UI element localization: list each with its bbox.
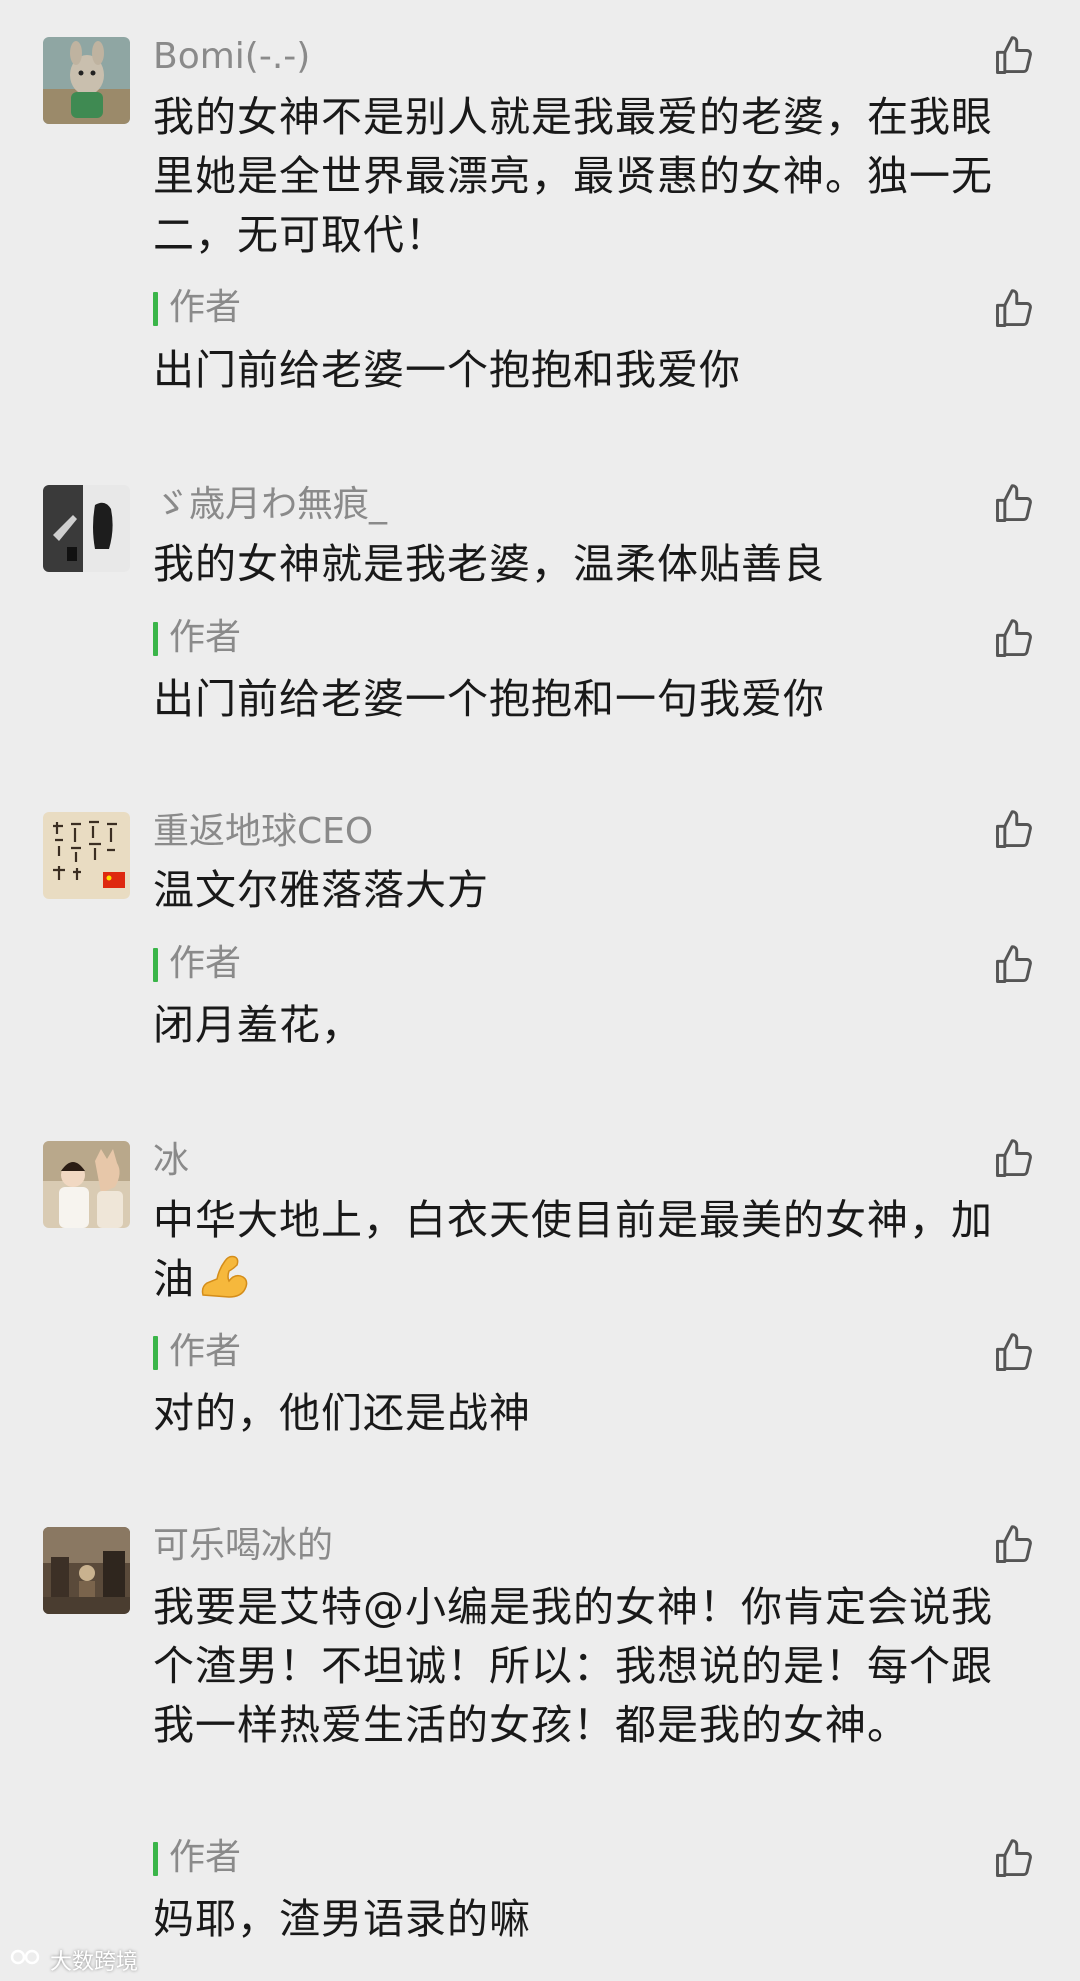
author-label: 作者	[153, 286, 241, 330]
comment-text: 我的女神就是我老婆，温柔体贴善良	[153, 540, 825, 588]
thumbs-up-icon[interactable]	[992, 1331, 1036, 1375]
author-reply-text: 对的，他们还是战神	[153, 1389, 531, 1437]
thumbs-up-icon[interactable]	[992, 1837, 1036, 1881]
thumbs-up-icon[interactable]	[992, 1137, 1036, 1181]
author-label: 作者	[153, 1330, 241, 1374]
comment-text-content: 中华大地上，白衣天使目前是最美的女神，加油	[153, 1196, 993, 1303]
username[interactable]: 冰	[153, 1139, 189, 1183]
thumbs-up-icon[interactable]	[992, 482, 1036, 526]
thumbs-up-icon[interactable]	[992, 1523, 1036, 1567]
username[interactable]: Bomi(-.-)	[153, 35, 310, 79]
avatar[interactable]	[43, 37, 130, 124]
thumbs-up-icon[interactable]	[992, 34, 1036, 78]
thumbs-up-icon[interactable]	[992, 808, 1036, 852]
comment-text: 温文尔雅落落大方	[153, 866, 489, 914]
avatar[interactable]	[43, 1527, 130, 1614]
watermark: 大数跨境	[10, 1944, 138, 1976]
username[interactable]: 重返地球CEO	[153, 810, 373, 854]
avatar[interactable]	[43, 1141, 130, 1228]
username[interactable]: 可乐喝冰的	[153, 1524, 333, 1568]
author-reply-text: 出门前给老婆一个抱抱和我爱你	[153, 346, 741, 394]
author-label: 作者	[153, 1836, 241, 1880]
thumbs-up-icon[interactable]	[992, 943, 1036, 987]
watermark-logo-icon	[10, 1946, 44, 1974]
avatar[interactable]	[43, 485, 130, 572]
comment-text: 我要是艾特@小编是我的女神！你肯定会说我个渣男！不坦诚！所以：我想说的是！每个跟…	[153, 1583, 993, 1749]
watermark-text: 大数跨境	[50, 1950, 139, 1975]
comment-text: 中华大地上，白衣天使目前是最美的女神，加油	[153, 1191, 1013, 1309]
thumbs-up-icon[interactable]	[992, 617, 1036, 661]
author-reply-text: 出门前给老婆一个抱抱和一句我爱你	[153, 675, 825, 723]
author-reply-text: 妈耶，渣男语录的嘛	[153, 1895, 531, 1943]
author-label: 作者	[153, 616, 241, 660]
author-reply-text: 闭月羞花，	[153, 1001, 363, 1049]
author-label: 作者	[153, 942, 241, 986]
avatar[interactable]	[43, 812, 130, 899]
thumbs-up-icon[interactable]	[992, 287, 1036, 331]
comment-text: 我的女神不是别人就是我最爱的老婆，在我眼里她是全世界最漂亮，最贤惠的女神。独一无…	[153, 93, 993, 259]
username[interactable]: ゞ歳月わ無痕_	[153, 483, 387, 527]
flexed-biceps-emoji	[197, 1251, 249, 1303]
